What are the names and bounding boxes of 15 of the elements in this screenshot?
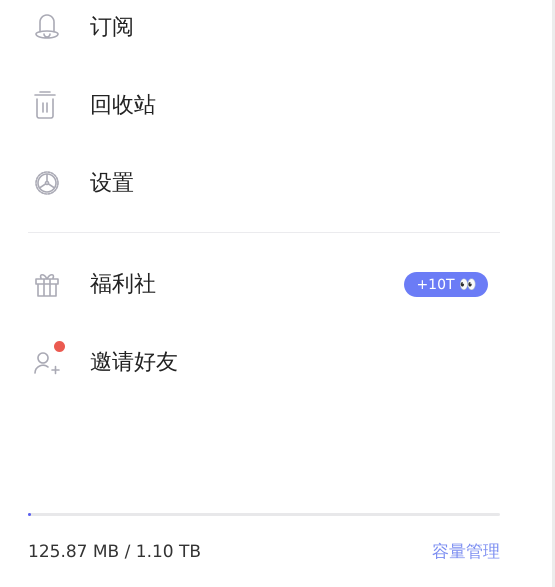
menu-item[interactable]: 回收站	[28, 66, 500, 144]
notification-dot	[54, 341, 65, 352]
menu-label: 邀请好友	[90, 349, 179, 377]
menu-item[interactable]: 邀请好友	[28, 323, 500, 401]
menu-item[interactable]: 订阅	[28, 0, 500, 66]
menu-label: 回收站	[90, 92, 157, 120]
menu-item[interactable]: 福利社 +10T 👀	[28, 245, 500, 323]
storage-usage: 125.87 MB / 1.10 TB	[28, 542, 202, 562]
settings-icon	[32, 168, 62, 198]
promo-badge: +10T 👀	[404, 272, 488, 296]
menu-item[interactable]: 设置	[28, 144, 500, 222]
menu-label: 订阅	[90, 14, 135, 42]
trash-icon	[32, 90, 58, 120]
menu-label: 福利社	[90, 271, 157, 299]
menu-label: 设置	[90, 170, 135, 198]
